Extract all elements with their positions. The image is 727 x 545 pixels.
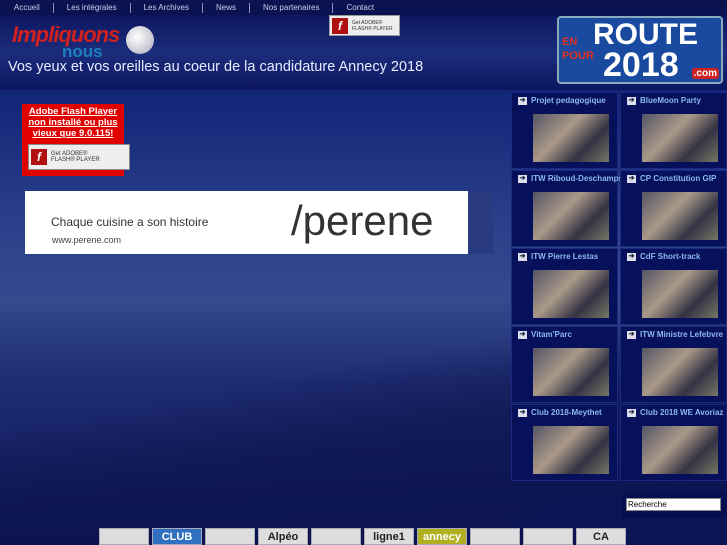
- nav-archives[interactable]: Les Archives: [131, 2, 203, 13]
- video-thumbnail[interactable]: [642, 270, 718, 318]
- ad-tagline: Chaque cuisine a son histoire: [51, 215, 209, 229]
- video-tile[interactable]: ➔ CdF Short-track: [620, 248, 727, 325]
- video-thumbnail[interactable]: [533, 426, 609, 474]
- nav-partenaires[interactable]: Nos partenaires: [250, 2, 334, 13]
- video-thumbnail[interactable]: [533, 270, 609, 318]
- arrow-right-icon: ➔: [518, 174, 527, 183]
- tile-label: Club 2018 WE Avoriaz: [640, 408, 724, 417]
- nav-contact[interactable]: Contact: [333, 3, 387, 13]
- tile-title[interactable]: ➔ Vitam'Parc: [518, 330, 572, 339]
- partner-logo[interactable]: annecy: [417, 528, 467, 545]
- video-column-right: ➔ BlueMoon Party ➔ CP Constitution GIP ➔ CdF …: [620, 92, 727, 482]
- tile-label: CdF Short-track: [640, 252, 701, 261]
- video-thumbnail[interactable]: [642, 192, 718, 240]
- flash-icon: f: [31, 149, 47, 165]
- video-tile[interactable]: ➔ BlueMoon Party: [620, 92, 727, 169]
- tile-label: ITW Riboud-Deschamps: [531, 174, 624, 183]
- arrow-right-icon: ➔: [518, 96, 527, 105]
- arrow-right-icon: ➔: [627, 174, 636, 183]
- tile-title[interactable]: ➔ ITW Ministre Lefebvre: [627, 330, 723, 339]
- tagline: Vos yeux et vos oreilles au coeur de la …: [8, 59, 424, 75]
- search-box: [622, 493, 727, 518]
- arrow-right-icon: ➔: [518, 330, 527, 339]
- arrow-right-icon: ➔: [627, 408, 636, 417]
- tile-label: ITW Pierre Lestas: [531, 252, 599, 261]
- arrow-right-icon: ➔: [518, 252, 527, 261]
- video-thumbnail[interactable]: [533, 114, 609, 162]
- route-pour-2018-logo[interactable]: EN POUR ROUTE 2018 .com: [557, 16, 723, 84]
- tile-title[interactable]: ➔ CP Constitution GIP: [627, 174, 716, 183]
- tile-title[interactable]: ➔ CdF Short-track: [627, 252, 700, 261]
- route-pour: POUR: [562, 50, 594, 62]
- partner-logo[interactable]: [470, 528, 520, 545]
- tile-title[interactable]: ➔ Club 2018 WE Avoriaz: [627, 408, 723, 417]
- video-thumbnail[interactable]: [642, 348, 718, 396]
- video-tile[interactable]: ➔ Club 2018-Meythet: [511, 404, 618, 481]
- arrow-right-icon: ➔: [627, 330, 636, 339]
- ad-side-strip: [468, 191, 493, 254]
- video-tile[interactable]: ➔ ITW Riboud-Deschamps: [511, 170, 623, 247]
- tile-title[interactable]: ➔ ITW Pierre Lestas: [518, 252, 598, 261]
- tile-label: ITW Ministre Lefebvre: [640, 330, 724, 339]
- flash-player-label: FLASH® PLAYER: [51, 157, 100, 163]
- partner-logo[interactable]: [523, 528, 573, 545]
- arrow-right-icon: ➔: [518, 408, 527, 417]
- arrow-right-icon: ➔: [627, 252, 636, 261]
- video-tile[interactable]: ➔ Club 2018 WE Avoriaz: [620, 404, 727, 481]
- partner-logo[interactable]: CLUB: [152, 528, 202, 545]
- search-input[interactable]: [626, 498, 721, 511]
- tile-title[interactable]: ➔ Projet pedagogique: [518, 96, 606, 105]
- video-column-left: ➔ Projet pedagogique ➔ ITW Riboud-Deschamps…: [511, 92, 623, 482]
- video-tile[interactable]: ➔ ITW Pierre Lestas: [511, 248, 618, 325]
- video-tile[interactable]: ➔ Projet pedagogique: [511, 92, 618, 169]
- route-en: EN: [562, 36, 578, 48]
- video-thumbnail[interactable]: [533, 348, 609, 396]
- partner-logo[interactable]: CA: [576, 528, 626, 545]
- tile-label: CP Constitution GIP: [640, 174, 717, 183]
- partner-logo[interactable]: [205, 528, 255, 545]
- tile-label: Projet pedagogique: [531, 96, 606, 105]
- route-com: .com: [691, 68, 719, 79]
- partner-logos: CLUB Alpéo ligne1 annecy CA: [99, 528, 626, 545]
- arrow-right-icon: ➔: [627, 96, 636, 105]
- tile-title[interactable]: ➔ Club 2018-Meythet: [518, 408, 602, 417]
- flash-icon: f: [332, 17, 348, 34]
- get-flash-button-top[interactable]: f Get ADOBE® FLASH® PLAYER: [329, 15, 400, 36]
- video-thumbnail[interactable]: [533, 192, 609, 240]
- partner-logo[interactable]: [99, 528, 149, 545]
- video-thumbnail[interactable]: [642, 114, 718, 162]
- ad-url: www.perene.com: [52, 235, 122, 245]
- route-year: 2018: [603, 46, 679, 84]
- get-flash-button[interactable]: f Get ADOBE® FLASH® PLAYER: [28, 144, 130, 170]
- top-nav: Accueil Les intégrales Les Archives News…: [0, 0, 727, 15]
- perene-ad-banner[interactable]: Chaque cuisine a son histoire www.perene…: [25, 191, 468, 254]
- partner-logo[interactable]: Alpéo: [258, 528, 308, 545]
- video-thumbnail[interactable]: [642, 426, 718, 474]
- nav-accueil[interactable]: Accueil: [0, 2, 54, 13]
- tile-label: Vitam'Parc: [531, 330, 572, 339]
- video-tile[interactable]: ➔ Vitam'Parc: [511, 326, 618, 403]
- partner-logo[interactable]: ligne1: [364, 528, 414, 545]
- tile-label: BlueMoon Party: [640, 96, 701, 105]
- nav-integrales[interactable]: Les intégrales: [54, 2, 131, 13]
- nav-news[interactable]: News: [203, 2, 250, 13]
- logo-ball-icon: [126, 26, 154, 54]
- video-tile[interactable]: ➔ ITW Ministre Lefebvre: [620, 326, 727, 403]
- partner-logo[interactable]: [311, 528, 361, 545]
- ad-brand: /perene: [291, 197, 434, 244]
- video-tile[interactable]: ➔ CP Constitution GIP: [620, 170, 727, 247]
- flash-player-label: FLASH® PLAYER: [352, 25, 393, 32]
- tile-title[interactable]: ➔ ITW Riboud-Deschamps: [518, 174, 623, 183]
- tile-title[interactable]: ➔ BlueMoon Party: [627, 96, 701, 105]
- tile-label: Club 2018-Meythet: [531, 408, 602, 417]
